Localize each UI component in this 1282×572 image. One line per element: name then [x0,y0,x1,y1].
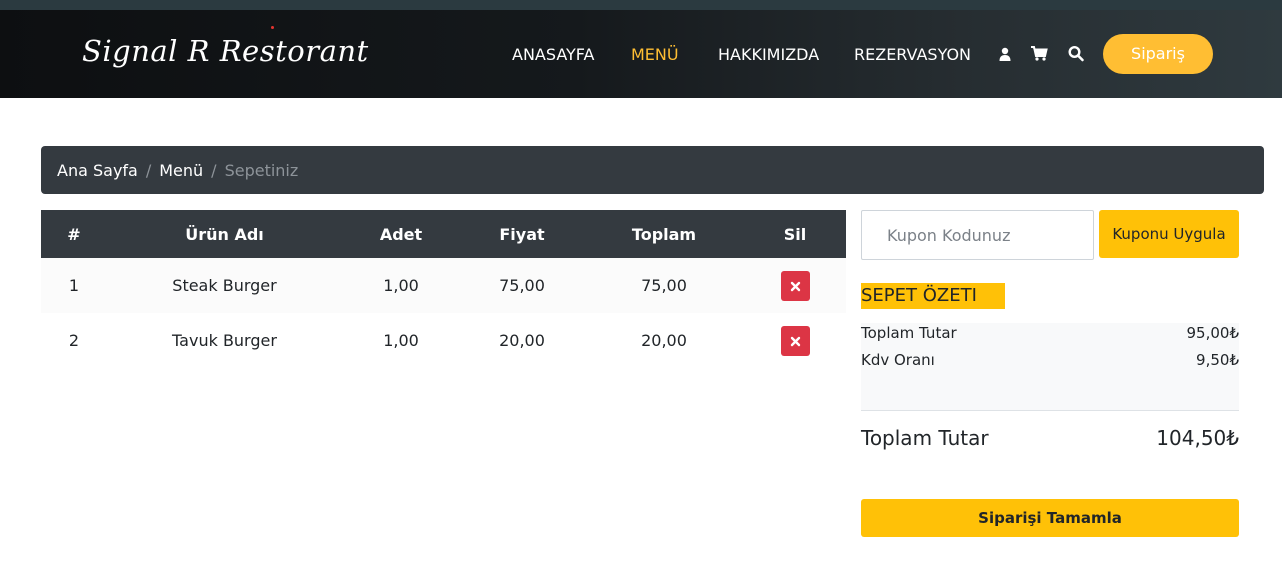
tax-value: 9,50₺ [1196,351,1239,369]
summary-box: Toplam Tutar 95,00₺ Kdv Oranı 9,50₺ [861,323,1239,410]
table-row: 1 Steak Burger 1,00 75,00 75,00 [41,258,846,313]
subtotal-row: Toplam Tutar 95,00₺ [861,324,1239,342]
header-product-name: Ürün Adı [185,224,264,244]
nav-link-anasayfa[interactable]: ANASAYFA [512,45,594,64]
subtotal-label: Toplam Tutar [861,324,957,342]
nav-link-menu[interactable]: MENÜ [631,45,679,64]
header-no: # [67,224,81,244]
row-delete-cell [744,258,846,313]
delete-item-button[interactable] [780,270,810,301]
nav-links: ANASAYFA MENÜ HAKKIMIZDA REZERVASYON [0,45,1282,65]
apply-coupon-button[interactable]: Kuponu Uygula [1099,210,1239,258]
navbar: Signal R Restorant ANASAYFA MENÜ HAKKIMI… [0,10,1282,98]
delete-item-button[interactable] [780,325,810,356]
row-quantity: 1,00 [383,331,419,350]
close-icon [790,281,800,291]
header-quantity: Adet [379,224,423,244]
brand-dot [271,26,274,29]
row-price: 75,00 [499,276,545,295]
row-no: 1 [68,276,80,295]
breadcrumb-current: Sepetiniz [224,160,299,180]
nav-link-rezervasyon[interactable]: REZERVASYON [854,45,971,64]
nav-link-hakkimizda[interactable]: HAKKIMIZDA [718,45,819,64]
header-total: Toplam [631,224,697,244]
row-product-name: Tavuk Burger [172,331,277,350]
coupon-input[interactable] [861,210,1094,260]
complete-order-button[interactable]: Siparişi Tamamla [861,499,1239,537]
grand-total-value: 104,50₺ [1156,426,1239,450]
cart-table: # Ürün Adı Adet Fiyat Toplam Sil 1 Steak… [41,210,846,368]
row-product-name: Steak Burger [172,276,277,295]
header-delete: Sil [783,224,807,244]
subtotal-value: 95,00₺ [1186,324,1240,342]
summary-title: SEPET ÖZETI [861,283,1005,309]
search-icon[interactable] [1067,44,1085,64]
summary-divider [861,410,1239,411]
breadcrumb-menu[interactable]: Menü [159,161,203,180]
row-no: 2 [68,331,80,350]
header-price: Fiyat [499,224,545,244]
top-strip [0,0,1282,10]
table-row: 2 Tavuk Burger 1,00 20,00 20,00 [41,313,846,368]
row-price: 20,00 [499,331,545,350]
cart-icon[interactable] [1030,44,1048,64]
breadcrumb-home[interactable]: Ana Sayfa [57,161,138,180]
breadcrumb: Ana Sayfa / Menü / Sepetiniz [41,146,1264,194]
tax-label: Kdv Oranı [861,351,935,369]
user-icon[interactable] [998,44,1016,64]
table-header-row: # Ürün Adı Adet Fiyat Toplam Sil [41,210,846,258]
breadcrumb-separator: / [211,160,217,180]
grand-total-row: Toplam Tutar 104,50₺ [861,426,1239,450]
breadcrumb-separator: / [145,160,152,180]
row-delete-cell [744,313,846,368]
row-total: 20,00 [641,331,687,350]
row-total: 75,00 [641,276,687,295]
tax-row: Kdv Oranı 9,50₺ [861,351,1239,369]
row-quantity: 1,00 [383,276,419,295]
order-button[interactable]: Sipariş [1103,34,1213,74]
grand-total-label: Toplam Tutar [861,426,989,450]
close-icon [790,336,800,346]
